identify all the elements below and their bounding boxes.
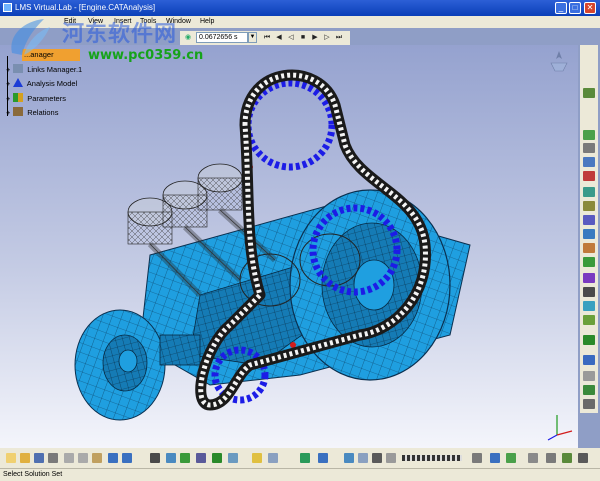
tool-icon[interactable] xyxy=(166,453,176,463)
next-frame-icon[interactable]: ▷ xyxy=(322,33,332,43)
tree-item-label: Parameters xyxy=(27,94,66,103)
open-file-icon[interactable] xyxy=(20,453,30,463)
tool-icon[interactable] xyxy=(583,371,595,381)
tool-icon[interactable] xyxy=(358,453,368,463)
tool-icon[interactable] xyxy=(180,453,190,463)
sim-settings-icon[interactable]: ◉ xyxy=(183,33,193,43)
title-bar: LMS Virtual.Lab - [Engine.CATAnalysis] _… xyxy=(0,0,600,16)
tool-icon[interactable] xyxy=(578,453,588,463)
undo-icon[interactable] xyxy=(108,453,118,463)
tree-item-parameters[interactable]: + Parameters xyxy=(6,93,66,105)
tool-icon[interactable] xyxy=(196,453,206,463)
maximize-button[interactable]: □ xyxy=(569,2,581,14)
tree-item-relations[interactable]: + Relations xyxy=(6,107,58,119)
tree-item-links-manager[interactable]: + Links Manager.1 xyxy=(6,64,82,76)
tool-icon[interactable] xyxy=(583,88,595,98)
tool-icon[interactable] xyxy=(583,171,595,181)
tree-item-label: Relations xyxy=(27,108,59,117)
tool-icon[interactable] xyxy=(386,453,396,463)
time-dropdown-button[interactable]: ▼ xyxy=(248,32,257,43)
tool-icon[interactable] xyxy=(583,399,595,409)
app-icon xyxy=(3,3,12,12)
links-icon xyxy=(13,64,24,73)
tool-icon[interactable] xyxy=(583,143,595,153)
tool-icon[interactable] xyxy=(583,315,595,325)
play-backward-icon[interactable]: ◁ xyxy=(286,33,296,43)
bottom-toolbar xyxy=(0,448,600,468)
print-icon[interactable] xyxy=(48,453,58,463)
tool-icon[interactable] xyxy=(212,453,222,463)
tool-icon[interactable] xyxy=(583,229,595,239)
status-text: Select Solution Set xyxy=(3,471,63,478)
parameters-icon xyxy=(13,93,24,102)
tool-icon[interactable] xyxy=(583,385,595,395)
tool-icon[interactable] xyxy=(583,243,595,253)
status-bar: Select Solution Set xyxy=(0,468,600,481)
relations-icon xyxy=(13,107,24,116)
tool-icon[interactable] xyxy=(583,257,595,267)
analysis-model-icon xyxy=(13,78,24,87)
tree-item-label: Links Manager.1 xyxy=(27,65,83,74)
tool-icon[interactable] xyxy=(583,201,595,211)
watermark-chinese-text: 河东软件网 xyxy=(62,22,178,47)
formula-icon[interactable] xyxy=(150,453,160,463)
tool-icon[interactable] xyxy=(583,187,595,197)
first-frame-icon[interactable]: ⏮ xyxy=(262,33,272,43)
stop-icon[interactable]: ■ xyxy=(298,33,308,43)
tool-icon[interactable] xyxy=(583,157,595,167)
tool-icon[interactable] xyxy=(506,453,516,463)
new-file-icon[interactable] xyxy=(6,453,16,463)
tool-icon[interactable] xyxy=(583,335,595,345)
tool-icon[interactable] xyxy=(228,453,238,463)
last-frame-icon[interactable]: ⏭ xyxy=(334,33,344,43)
save-icon[interactable] xyxy=(34,453,44,463)
tool-icon[interactable] xyxy=(490,453,500,463)
tool-icon[interactable] xyxy=(372,453,382,463)
right-toolbar xyxy=(580,45,598,413)
tool-icon[interactable] xyxy=(318,453,328,463)
tool-icon[interactable] xyxy=(546,453,556,463)
menu-help[interactable]: Help xyxy=(200,16,214,28)
tool-icon[interactable] xyxy=(583,355,595,365)
close-button[interactable]: ✕ xyxy=(584,2,596,14)
simulation-toolbar: ◉ 0.0672656 s ▼ ⏮ ◀ ◁ ■ ▶ ▷ ⏭ xyxy=(180,31,350,45)
previous-frame-icon[interactable]: ◀ xyxy=(274,33,284,43)
tool-icon[interactable] xyxy=(583,301,595,311)
paste-icon[interactable] xyxy=(92,453,102,463)
copy-icon[interactable] xyxy=(78,453,88,463)
tool-icon[interactable] xyxy=(268,453,278,463)
play-icon[interactable]: ▶ xyxy=(310,33,320,43)
tool-icon[interactable] xyxy=(300,453,310,463)
tool-icon[interactable] xyxy=(583,130,595,140)
tool-icon[interactable] xyxy=(528,453,538,463)
tool-icon[interactable] xyxy=(472,453,482,463)
3d-viewport[interactable] xyxy=(0,45,578,448)
tool-icon[interactable] xyxy=(252,453,262,463)
time-value-field[interactable]: 0.0672656 s xyxy=(196,32,248,43)
watermark-url: www.pc0359.cn xyxy=(88,48,204,63)
tool-icon[interactable] xyxy=(344,453,354,463)
tool-icon[interactable] xyxy=(562,453,572,463)
tree-item-label: Analysis Model xyxy=(26,79,78,88)
tree-item-analysis-model[interactable]: + Analysis Model xyxy=(6,78,77,90)
view-mode-strip[interactable] xyxy=(402,455,462,461)
minimize-button[interactable]: _ xyxy=(555,2,567,14)
watermark-logo xyxy=(11,19,50,55)
tool-icon[interactable] xyxy=(583,215,595,225)
tool-icon[interactable] xyxy=(583,287,595,297)
window-title: LMS Virtual.Lab - [Engine.CATAnalysis] xyxy=(15,3,156,12)
cut-icon[interactable] xyxy=(64,453,74,463)
tool-icon[interactable] xyxy=(583,273,595,283)
redo-icon[interactable] xyxy=(122,453,132,463)
